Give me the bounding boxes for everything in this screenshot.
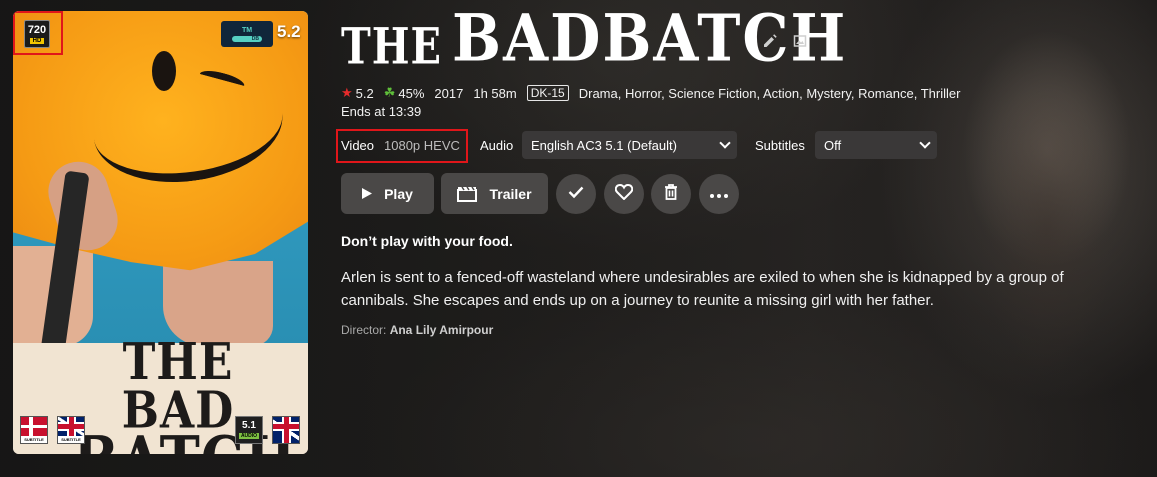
community-rating: ★ 5.2 [341, 85, 374, 101]
audio-select[interactable]: English AC3 5.1 (Default) [522, 131, 737, 159]
subtitles-label: Subtitles [755, 138, 805, 153]
stream-selectors: Video 1080p HEVC Audio English AC3 5.1 (… [336, 129, 961, 163]
video-label: Video [341, 138, 375, 153]
audio-channels-badge: 5.1 AUDIO [235, 416, 263, 444]
subtitle-flag-english-icon: SUBTITLE [57, 416, 85, 444]
tmdb-logo: TM DB [221, 21, 273, 47]
audio-label: Audio [480, 138, 514, 153]
poster-image[interactable]: THE BAD BATCH 720 HD TM DB 5.2 SUBTITLE … [13, 11, 308, 454]
clover-icon: ☘ [383, 85, 396, 100]
metadata-row: ★ 5.2 ☘ 45% 2017 1h 58m DK-15 Drama, Hor… [341, 84, 970, 102]
clapperboard-icon [457, 186, 478, 202]
subtitle-flag-danish-icon: SUBTITLE [20, 416, 48, 444]
tmdb-score: 5.2 [277, 22, 301, 41]
runtime: 1h 58m [473, 85, 517, 101]
overview: Arlen is sent to a fenced-off wasteland … [341, 269, 1064, 309]
director: Director: Ana Lily Amirpour [341, 323, 494, 337]
year: 2017 [434, 85, 464, 101]
ends-at: Ends at 13:39 [341, 104, 422, 119]
trailer-button[interactable]: Trailer [441, 173, 548, 214]
official-rating-badge: DK-15 [526, 85, 569, 101]
more-button[interactable] [699, 174, 739, 214]
delete-button[interactable] [651, 174, 691, 214]
check-icon [568, 185, 584, 204]
mark-played-button[interactable] [556, 174, 596, 214]
edit-icon[interactable] [762, 33, 778, 49]
heart-icon [614, 183, 634, 205]
tagline: Don’t play with your food. [341, 233, 513, 249]
chevron-down-icon [719, 137, 731, 149]
image-icon[interactable] [792, 33, 808, 49]
critic-rating: ☘ 45% [383, 85, 425, 101]
genres: Drama, Horror, Science Fiction, Action, … [578, 85, 961, 101]
item-details: THE BADBATCH ★ 5.2 ☘ 45% 2017 1h 58m DK-… [336, 0, 1141, 477]
trash-icon [664, 183, 678, 205]
more-icon [710, 185, 728, 203]
subtitles-select[interactable]: Off [815, 131, 937, 159]
play-icon [362, 188, 373, 199]
director-name[interactable]: Ana Lily Amirpour [390, 323, 494, 337]
audio-flag-english-icon [272, 416, 300, 444]
play-button[interactable]: Play [341, 173, 434, 214]
favorite-button[interactable] [604, 174, 644, 214]
video-value: 1080p HEVC [384, 138, 460, 153]
resolution-badge: 720 HD [13, 11, 63, 55]
star-icon: ★ [341, 85, 353, 100]
chevron-down-icon [919, 137, 931, 149]
